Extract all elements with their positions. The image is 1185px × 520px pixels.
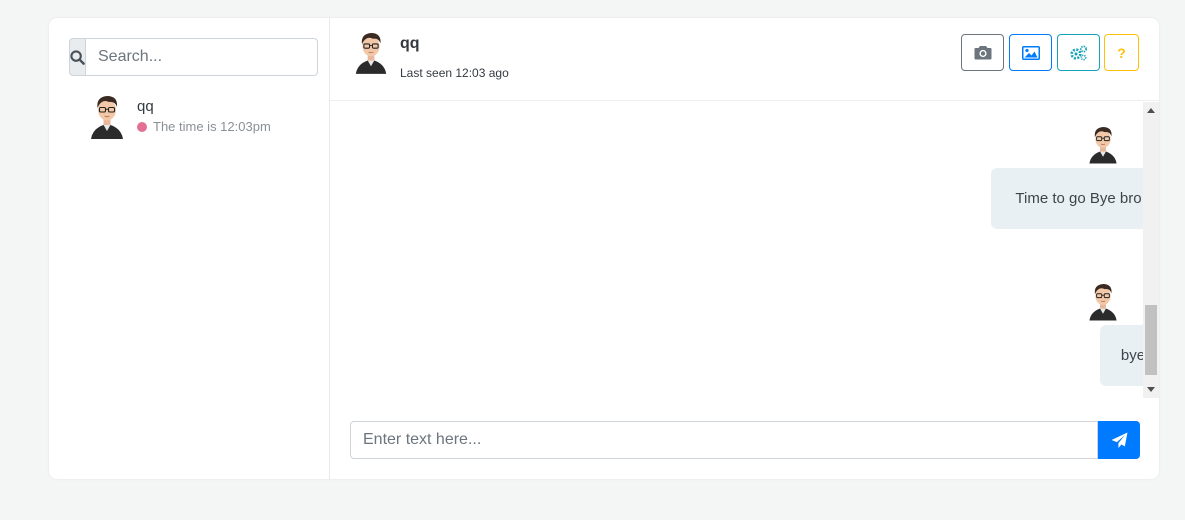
scroll-down-arrow[interactable] [1147,387,1155,392]
scroll-thumb[interactable] [1145,305,1157,375]
chat-header: qq Last seen 12:03 ago ? [330,18,1159,101]
message-composer [350,421,1140,459]
search-button[interactable] [69,38,86,76]
contact-info: qq The time is 12:03pm [137,93,271,141]
contact-status: The time is 12:03pm [137,119,271,134]
message-input[interactable] [350,421,1098,459]
messages-scrollbar[interactable] [1143,102,1159,398]
last-seen-text: Last seen 12:03 ago [400,66,509,80]
help-button[interactable]: ? [1104,34,1139,71]
image-button[interactable] [1009,34,1052,71]
status-dot [137,121,147,132]
help-icon: ? [1117,44,1126,61]
image-icon [1021,45,1040,60]
message-text: Time to go Bye bro [1015,190,1142,207]
chat-contact-name: qq [400,35,420,52]
message-list: Time to go Bye bro bye [330,102,1143,398]
settings-button[interactable] [1057,34,1100,71]
chat-app-card: qq The time is 12:03pm qq Last seen 12:0… [49,18,1159,479]
search-input[interactable] [86,38,318,76]
avatar [90,95,124,139]
message-bubble: bye [1100,317,1143,386]
message-bubble: Time to go Bye bro [991,160,1143,229]
camera-button[interactable] [961,34,1004,71]
avatar [1088,283,1118,322]
chat-panel: qq Last seen 12:03 ago ? Time to go Bye … [330,18,1159,479]
camera-icon [974,46,991,60]
avatar [1088,126,1118,165]
contact-list-item[interactable]: qq The time is 12:03pm [87,93,317,141]
contact-status-text: The time is 12:03pm [153,119,271,134]
contact-name: qq [137,98,154,115]
cogs-icon [1070,45,1087,61]
scroll-up-arrow[interactable] [1147,108,1155,113]
message-text: bye [1120,347,1143,364]
send-button[interactable] [1098,421,1140,459]
search-icon [70,49,85,65]
avatar [355,32,387,74]
search-group [69,38,318,76]
sidebar: qq The time is 12:03pm [49,18,330,479]
paper-plane-icon [1111,432,1127,448]
